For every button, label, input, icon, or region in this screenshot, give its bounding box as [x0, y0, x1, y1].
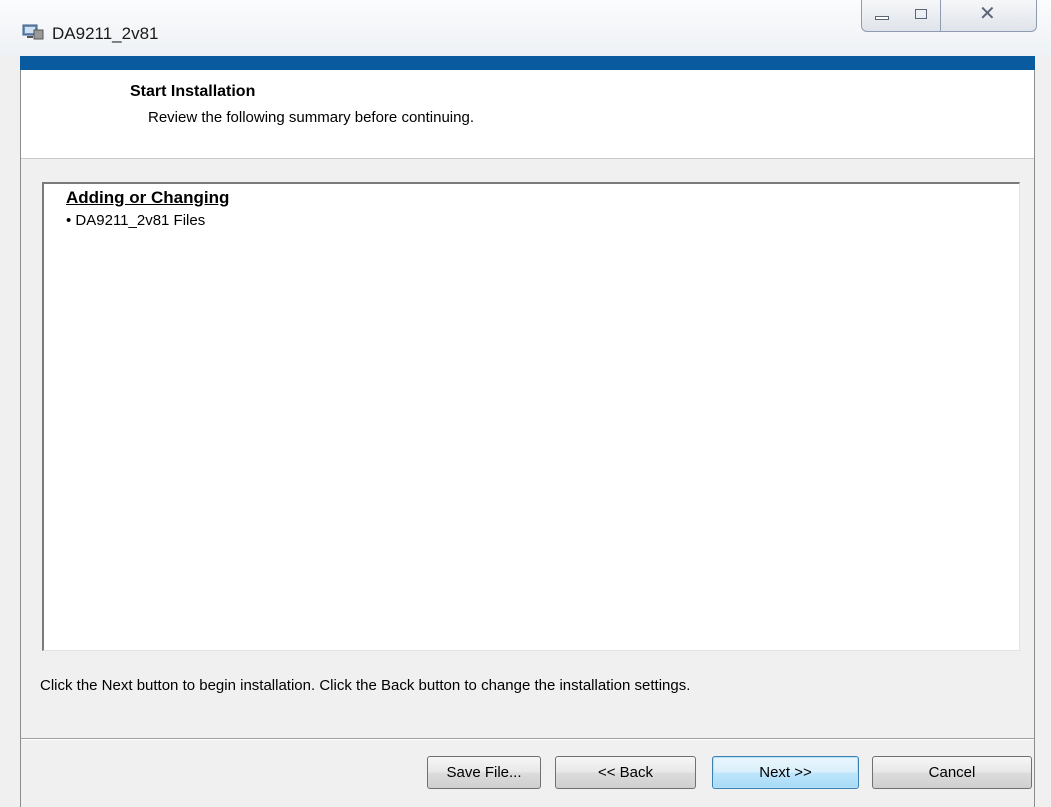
summary-heading: Adding or Changing	[66, 188, 230, 207]
maximize-button[interactable]	[901, 0, 941, 32]
next-button[interactable]: Next >>	[712, 756, 859, 789]
minimize-icon	[875, 16, 889, 20]
maximize-icon	[915, 9, 927, 19]
cancel-button[interactable]: Cancel	[872, 756, 1032, 789]
accent-strip	[20, 56, 1035, 70]
installer-icon	[22, 24, 44, 40]
page-subtitle: Review the following summary before cont…	[148, 109, 474, 126]
page-title: Start Installation	[130, 83, 256, 100]
summary-box[interactable]	[42, 182, 1020, 651]
window-title: DA9211_2v81	[52, 24, 159, 43]
minimize-button[interactable]	[861, 0, 902, 32]
close-button[interactable]: ✕	[941, 0, 1037, 32]
summary-item: • DA9211_2v81 Files	[66, 212, 206, 229]
footer-divider-highlight	[21, 739, 1034, 740]
close-icon: ✕	[979, 3, 996, 25]
back-button[interactable]: << Back	[555, 756, 696, 789]
instructions-text: Click the Next button to begin installat…	[40, 677, 691, 694]
header-divider	[21, 158, 1034, 159]
save-file-button[interactable]: Save File...	[427, 756, 541, 789]
